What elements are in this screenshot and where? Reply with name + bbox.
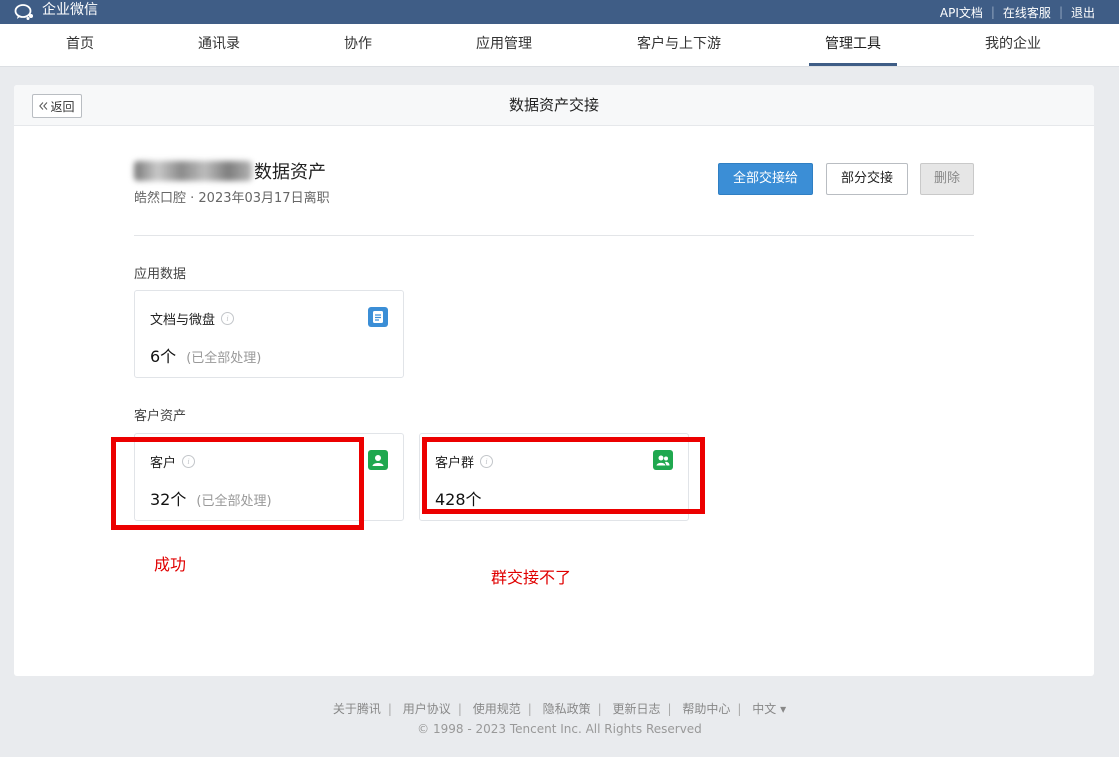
annotation-box-customers [111,437,364,530]
footer-changelog[interactable]: 更新日志 [612,702,660,716]
separator: | [527,702,532,716]
nav-management-tools-label: 管理工具 [825,36,881,52]
partial-transfer-button[interactable]: 部分交接 [826,163,908,195]
nav-collaboration[interactable]: 协作 [323,24,393,66]
app-data-section-label: 应用数据 [134,267,187,282]
back-button-label: 返回 [50,99,75,114]
separator: | [1058,5,1063,19]
docs-count: 6个 (已全部处理) [150,343,261,367]
separator: | [990,5,995,19]
top-links: API文档 | 在线客服 | 退出 [940,0,1095,24]
footer-about-tencent[interactable]: 关于腾讯 [333,702,381,716]
employee-subtitle: 皓然口腔 · 2023年03月17日离职 [134,191,330,206]
docs-tile-label: 文档与微盘 [150,313,216,328]
redacted-name [134,161,252,181]
nav-management-tools[interactable]: 管理工具 [809,24,897,66]
info-icon[interactable]: i [221,312,235,325]
footer-help-center[interactable]: 帮助中心 [682,702,730,716]
language-selector[interactable]: 中文 ▾ [752,702,786,716]
logout-link[interactable]: 退出 [1071,4,1095,21]
annotation-success-text: 成功 [154,555,187,574]
divider [134,235,974,236]
logo[interactable]: 企业微信 [14,0,98,24]
separator: | [737,702,742,716]
double-chevron-left-icon [39,99,48,113]
card-header: 数据资产交接 返回 [14,85,1094,126]
online-support-link[interactable]: 在线客服 [1003,4,1051,21]
footer-usage-rules[interactable]: 使用规范 [473,702,521,716]
back-button[interactable]: 返回 [32,94,82,118]
docs-tile-title: 文档与微盘 i [150,309,235,328]
employee-asset-title: 数据资产 [134,158,326,184]
annotation-group-fail-text: 群交接不了 [491,568,572,587]
doc-icon [368,307,388,327]
separator: | [597,702,602,716]
docs-tile[interactable]: 文档与微盘 i 6个 (已全部处理) [134,290,404,378]
nav-customers-upstream[interactable]: 客户与上下游 [628,24,730,66]
logo-text: 企业微信 [42,2,98,18]
footer-links: 关于腾讯 | 用户协议 | 使用规范 | 隐私政策 | 更新日志 | 帮助中心 | 中文 ▾ [0,700,1119,717]
asset-transfer-card: 数据资产交接 返回 数据资产 皓然口腔 · 2023年03月17日离职 全部交接… [14,85,1094,676]
delete-button[interactable]: 删除 [920,163,974,195]
annotation-box-groups [422,437,705,514]
separator: | [387,702,392,716]
footer-privacy-policy[interactable]: 隐私政策 [543,702,591,716]
page-title: 数据资产交接 [508,96,599,114]
top-bar: 企业微信 API文档 | 在线客服 | 退出 [0,0,1119,24]
wework-logo-icon [14,3,36,21]
copyright: © 1998 - 2023 Tencent Inc. All Rights Re… [417,722,702,736]
footer-user-agreement[interactable]: 用户协议 [403,702,451,716]
customer-assets-section-label: 客户资产 [134,409,187,424]
asset-title-suffix: 数据资产 [254,162,326,183]
nav-app-management[interactable]: 应用管理 [462,24,546,66]
separator: | [457,702,462,716]
docs-count-value: 6个 [150,347,177,366]
person-icon [368,450,388,470]
nav-contacts[interactable]: 通讯录 [184,24,254,66]
active-tab-indicator [809,63,897,66]
api-docs-link[interactable]: API文档 [940,4,983,21]
nav-my-company[interactable]: 我的企业 [971,24,1055,66]
docs-status-note: (已全部处理) [186,351,262,366]
transfer-all-button[interactable]: 全部交接给 [718,163,813,195]
main-nav: 首页 通讯录 协作 应用管理 客户与上下游 管理工具 我的企业 [0,24,1119,67]
separator: | [667,702,672,716]
nav-home[interactable]: 首页 [45,24,115,66]
